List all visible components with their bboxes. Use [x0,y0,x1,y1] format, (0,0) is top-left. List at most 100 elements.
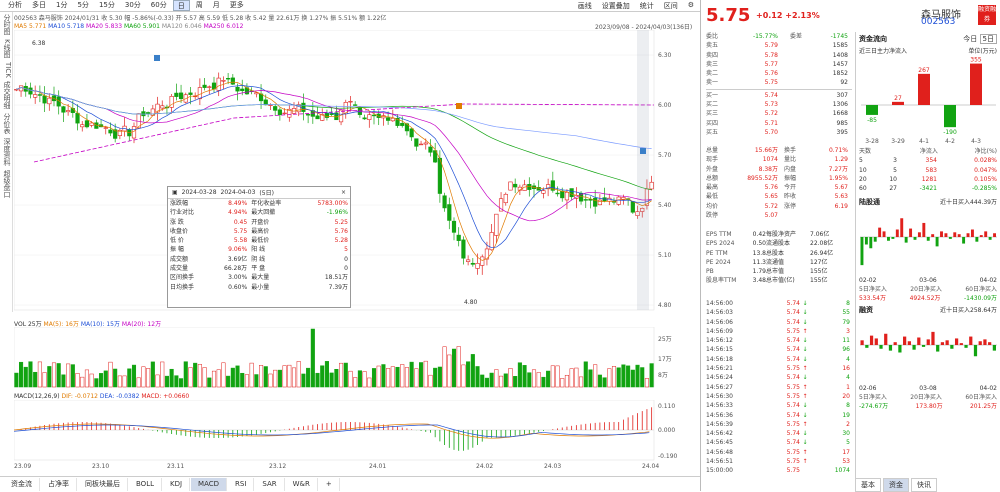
flow-date: 04-02 [979,385,997,393]
macd-chart[interactable]: 0.110 0.000 -0.190 [14,400,700,462]
side-tab[interactable]: 快讯 [911,478,937,492]
tick-volume: 8 [846,402,850,410]
tick-row[interactable]: 14:56:00 5.74 ↓ 8 [706,299,852,308]
order-divider [706,88,852,90]
left-tab[interactable]: K线图 [0,37,12,60]
volume-bar [550,365,555,388]
tick-row[interactable]: 14:56:42 5.74 ↓ 30 [706,429,852,438]
margin-sub: 近十日买入258.64万 [940,307,997,315]
left-tab[interactable]: TICK [0,60,12,80]
tick-row[interactable]: 14:56:09 5.75 ↑ 3 [706,327,852,336]
draw-tool-link[interactable]: 画线 [578,1,592,11]
period-tab[interactable]: 15分 [95,0,119,11]
tick-row[interactable]: 14:56:39 5.75 ↑ 2 [706,420,852,429]
range-stats-cell: 5 [344,246,348,254]
indicator-tab[interactable]: + [319,477,340,491]
change-value: +0.12 [756,11,783,20]
volume-chart[interactable]: 25万 17万 8万 [14,327,700,391]
left-tab[interactable]: 成交明细 [0,79,12,111]
settings-gear-icon[interactable]: ⚙ [688,1,694,11]
tick-row[interactable]: 14:56:06 5.74 ↓ 79 [706,318,852,327]
tick-row[interactable]: 14:56:12 5.74 ↓ 11 [706,336,852,345]
left-tab[interactable]: 分价表 [0,111,12,136]
indicator-tab[interactable]: SAR [255,477,285,491]
today-toggle[interactable]: 今日 [963,35,977,43]
period-tab[interactable]: 1分 [52,0,71,11]
tick-row[interactable]: 15:00:00 5.75 1074 [706,466,852,475]
indicator-tab[interactable]: BOLL [129,477,162,491]
range-stats-cell: 涨 跌 [170,218,184,226]
tick-row[interactable]: 14:56:36 5.74 ↓ 19 [706,411,852,420]
volume-bar [611,366,617,388]
tick-row[interactable]: 14:56:18 5.74 ↓ 4 [706,355,852,364]
stats-link[interactable]: 统计 [640,1,654,11]
side-tab[interactable]: 资金 [883,478,909,492]
tick-price: 5.74 [786,300,800,307]
tick-row[interactable]: 14:56:30 5.75 ↑ 20 [706,392,852,401]
event-marker-icon[interactable] [456,103,462,109]
volume-bar [84,369,89,388]
tick-row[interactable]: 14:56:24 5.74 ↓ 4 [706,373,852,382]
flow-bar [926,237,930,242]
volume-bar [103,370,108,388]
candle-body [141,111,146,117]
period-tab[interactable]: 5分 [73,0,92,11]
flow-bar [869,237,873,249]
calendar-icon[interactable]: ▣ [172,189,178,196]
period-tab[interactable]: 更多 [226,0,248,11]
flow-bar [926,339,930,346]
range-from[interactable]: 2024-03-28 [182,189,217,196]
tick-row[interactable]: 14:56:15 5.74 ↓ 96 [706,345,852,354]
fund-period-toggle[interactable]: 今日 5日 [963,34,997,44]
tick-row[interactable]: 14:56:51 5.75 ↑ 53 [706,457,852,466]
period-tab[interactable]: 60分 [147,0,171,11]
price-tick: 5.70 [658,152,672,159]
range-stats-cell: 5.25 [334,218,348,226]
kline-chart[interactable]: 6.30 6.00 5.70 5.40 5.10 4.80 6.38 4.80 [14,30,700,316]
tick-arrow-icon: ↓ [802,374,808,382]
left-tab[interactable]: 分时图 [0,12,12,37]
order-volume: 1306 [832,101,848,109]
candle-body [216,77,221,91]
period-tab[interactable]: 30分 [121,0,145,11]
event-marker-icon[interactable] [154,55,160,61]
tick-row[interactable]: 14:56:48 5.75 ↑ 17 [706,448,852,457]
period-tab[interactable]: 月 [209,0,224,11]
period-tab[interactable]: 周 [192,0,207,11]
left-tab[interactable]: 超级盘口 [0,168,12,200]
tick-row[interactable]: 14:56:03 5.74 ↓ 55 [706,308,852,317]
close-icon[interactable]: × [341,189,350,196]
side-tab[interactable]: 基本 [855,478,881,492]
indicator-tab[interactable]: 占净率 [41,477,77,491]
volume-bar [244,374,249,388]
indicator-tab[interactable]: W&R [286,477,318,491]
stat-value-2: 5.67 [834,184,848,192]
indicator-tab[interactable]: 资金流 [4,477,40,491]
event-marker-icon[interactable] [640,148,646,154]
range-link[interactable]: 区间 [664,1,678,11]
five-day-toggle[interactable]: 5日 [979,34,997,44]
margin-foot: 5日净买入 20日净买入 60日净买入 [856,392,1000,401]
indicator-tab[interactable]: KDJ [163,477,191,491]
left-tab[interactable]: 深度资料 [0,136,12,168]
period-tab[interactable]: 分析 [4,0,26,11]
tick-list[interactable]: 14:56:00 5.74 ↓ 8 14:56:03 5.74 ↓ 55 14:56:06 5.7… [706,299,852,476]
candle-body [442,195,447,209]
range-to[interactable]: 2024-04-03 [221,189,256,196]
tick-row[interactable]: 14:56:45 5.74 ↓ 5 [706,438,852,447]
volume-bar [602,377,607,388]
period-tab[interactable]: 多日 [28,0,50,11]
indicator-tab[interactable]: RSI [228,477,255,491]
volume-bar [141,366,146,388]
tick-row[interactable]: 14:56:27 5.75 ↑ 1 [706,383,852,392]
indicator-tab[interactable]: 同板块最后 [78,477,128,491]
indicator-tab[interactable]: MACD [191,477,228,491]
volume-bar [287,364,292,388]
tick-row[interactable]: 14:56:21 5.75 ↑ 16 [706,364,852,373]
period-tab[interactable]: 日 [172,0,190,11]
candle-body [263,99,268,106]
margin-tag[interactable]: 融资融券 [978,5,996,25]
fund-title: 资金流向 [859,35,887,43]
overlay-settings-link[interactable]: 设置叠加 [602,1,630,11]
tick-row[interactable]: 14:56:33 5.74 ↓ 8 [706,401,852,410]
